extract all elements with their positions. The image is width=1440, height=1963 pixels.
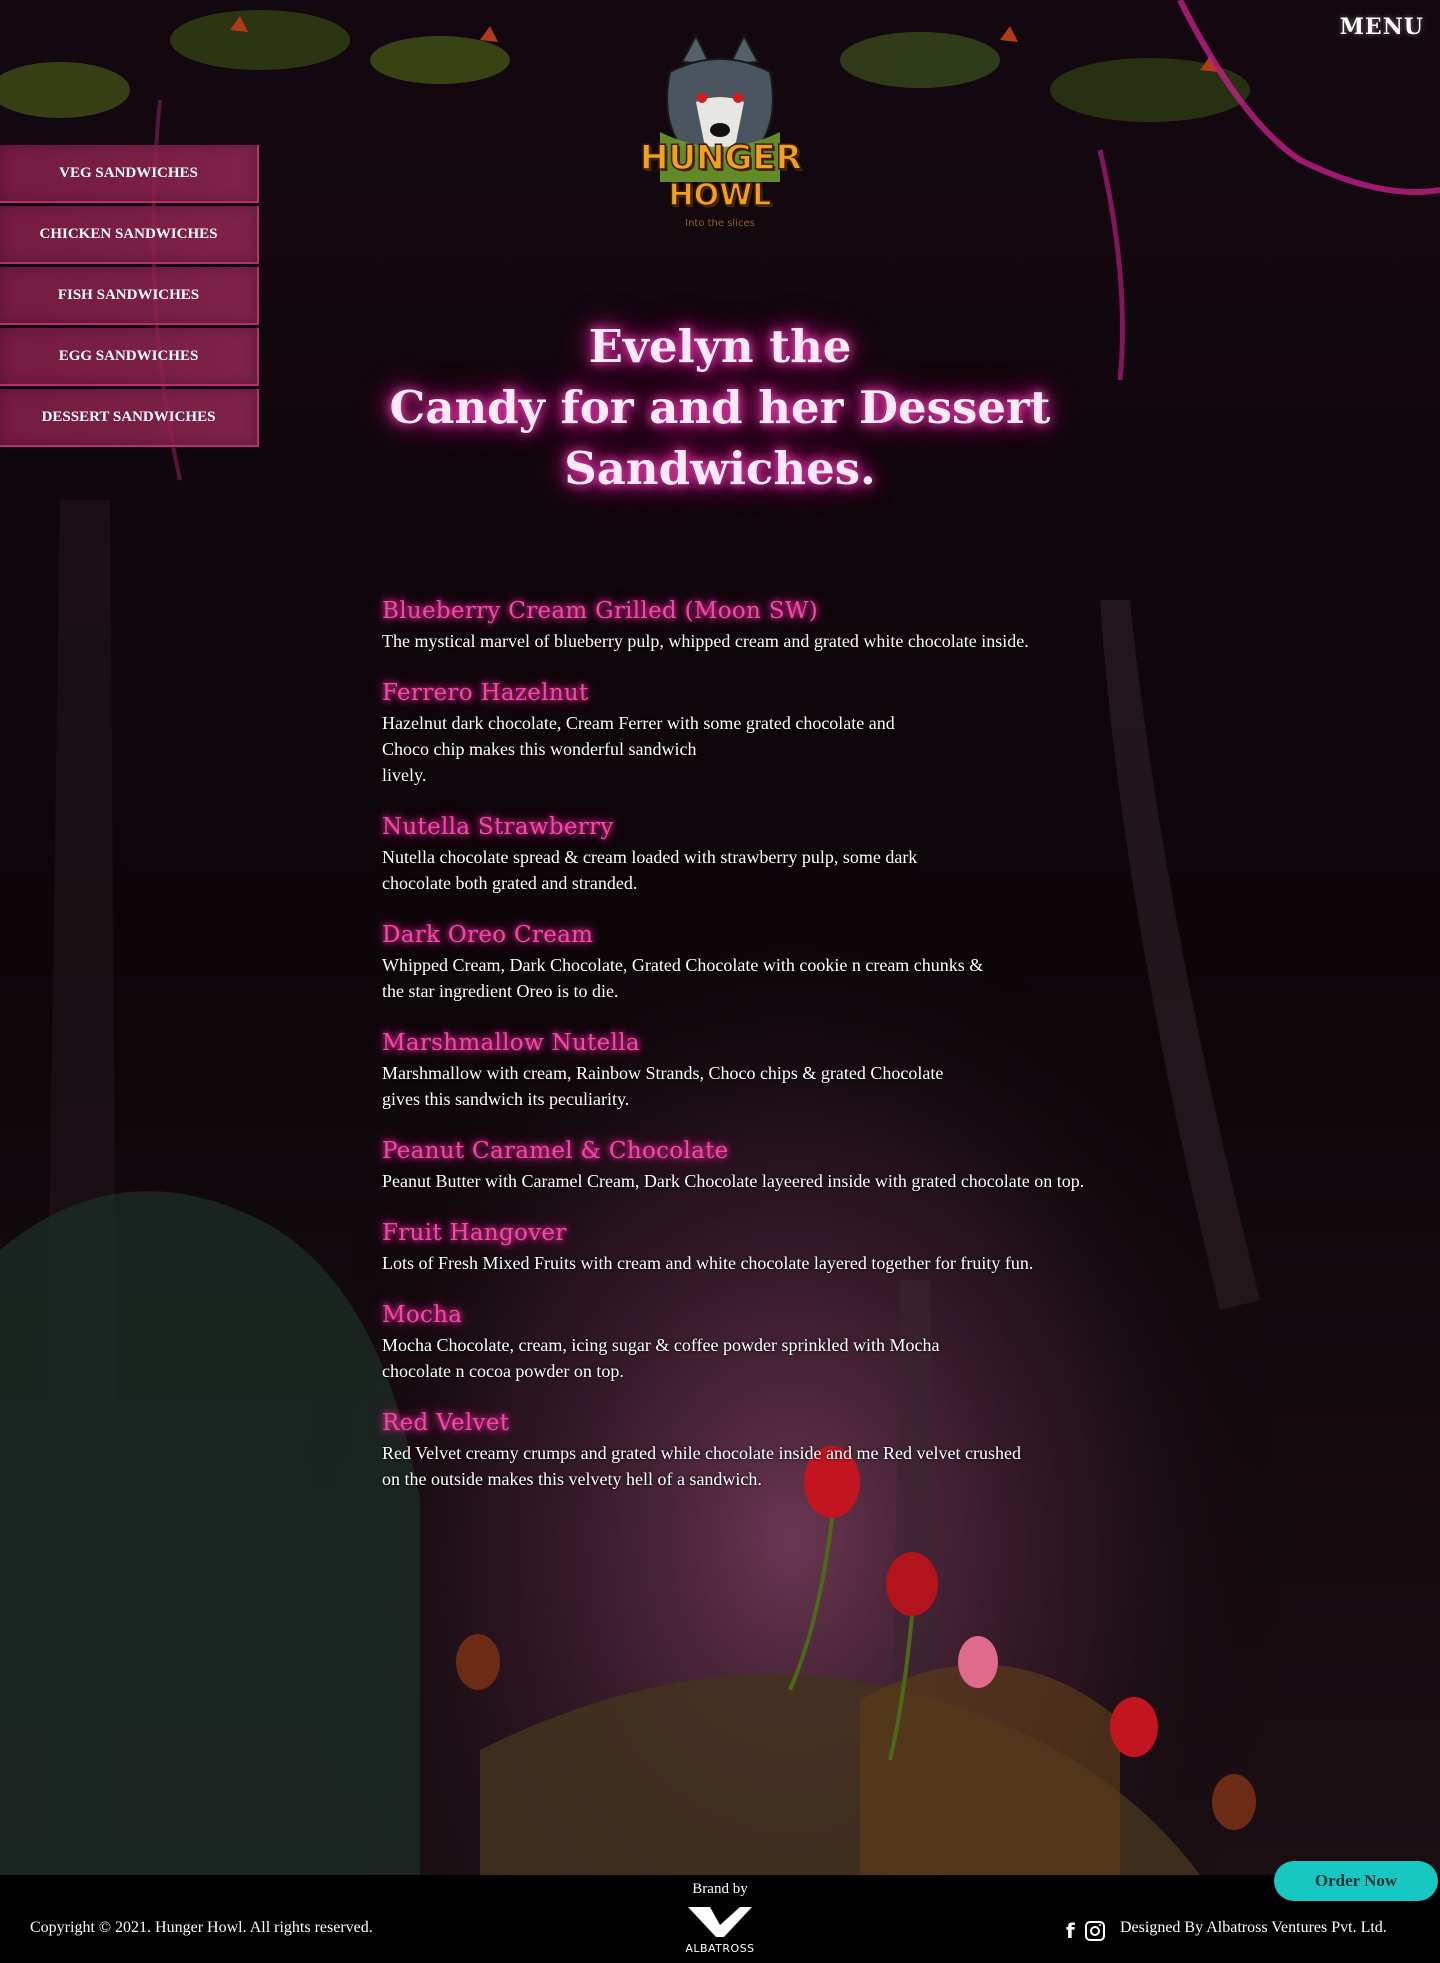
sidebar-item-fish[interactable]: FISH SANDWICHES xyxy=(0,267,259,325)
brand-name: ALBATROSS xyxy=(685,1942,755,1955)
menu-item-name: Ferrero Hazelnut xyxy=(382,680,589,706)
menu-item-name: Blueberry Cream Grilled (Moon SW) xyxy=(382,598,819,624)
menu-item-name: Fruit Hangover xyxy=(382,1220,567,1246)
menu-item: Nutella Strawberry Nutella chocolate spr… xyxy=(382,810,1182,896)
menu-item-description: Red Velvet creamy crumps and grated whil… xyxy=(382,1443,1021,1489)
dessert-menu-list: Blueberry Cream Grilled (Moon SW) The my… xyxy=(382,594,1182,1514)
sidebar-item-dessert[interactable]: DESSERT SANDWICHES xyxy=(0,389,259,447)
page-background: MENU HUNGER HOWL Into the slices VEG SAN… xyxy=(0,0,1440,1875)
page-title-line2: Candy for and her Dessert Sandwiches. xyxy=(389,381,1051,495)
social-links: f xyxy=(1066,1919,1105,1943)
hunger-howl-logo[interactable]: HUNGER HOWL Into the slices xyxy=(639,32,803,240)
menu-item: Mocha Mocha Chocolate, cream, icing suga… xyxy=(382,1298,1182,1384)
menu-item-description: Nutella chocolate spread & cream loaded … xyxy=(382,847,918,893)
page-title: Evelyn the Candy for and her Dessert San… xyxy=(240,316,1200,499)
menu-item-description: The mystical marvel of blueberry pulp, w… xyxy=(382,631,1029,651)
category-sidebar: VEG SANDWICHES CHICKEN SANDWICHES FISH S… xyxy=(0,145,259,450)
menu-item: Marshmallow Nutella Marshmallow with cre… xyxy=(382,1026,1182,1112)
menu-item-name: Marshmallow Nutella xyxy=(382,1030,640,1056)
page-title-line1: Evelyn the xyxy=(588,320,852,373)
menu-item-description: Lots of Fresh Mixed Fruits with cream an… xyxy=(382,1253,1034,1273)
menu-item-name: Nutella Strawberry xyxy=(382,814,614,840)
menu-item-description: Peanut Butter with Caramel Cream, Dark C… xyxy=(382,1171,1085,1191)
menu-item-description: Hazelnut dark chocolate, Cream Ferrer wi… xyxy=(382,713,895,785)
designed-by-text: Designed By Albatross Ventures Pvt. Ltd. xyxy=(1120,1919,1387,1936)
menu-button[interactable]: MENU xyxy=(1340,14,1424,40)
menu-item-description: Marshmallow with cream, Rainbow Strands,… xyxy=(382,1063,944,1109)
menu-item-description: Whipped Cream, Dark Chocolate, Grated Ch… xyxy=(382,955,984,1001)
logo-tagline: Into the slices xyxy=(685,218,755,229)
logo-word-howl: HOWL xyxy=(668,177,772,214)
copyright-text: Copyright © 2021. Hunger Howl. All right… xyxy=(30,1919,373,1936)
menu-item-name: Dark Oreo Cream xyxy=(382,922,594,948)
menu-item-description: Mocha Chocolate, cream, icing sugar & co… xyxy=(382,1335,940,1381)
order-now-button[interactable]: Order Now xyxy=(1274,1861,1438,1901)
sidebar-item-chicken[interactable]: CHICKEN SANDWICHES xyxy=(0,206,259,264)
menu-item-name: Mocha xyxy=(382,1302,463,1328)
instagram-icon[interactable] xyxy=(1084,1921,1105,1941)
menu-item-name: Red Velvet xyxy=(382,1410,510,1436)
menu-item-name: Peanut Caramel & Chocolate xyxy=(382,1138,729,1164)
menu-item: Dark Oreo Cream Whipped Cream, Dark Choc… xyxy=(382,918,1182,1004)
albatross-logo-icon[interactable] xyxy=(684,1903,756,1939)
menu-item: Peanut Caramel & Chocolate Peanut Butter… xyxy=(382,1134,1182,1194)
logo-word-hunger: HUNGER xyxy=(639,137,802,179)
footer: Copyright © 2021. Hunger Howl. All right… xyxy=(0,1875,1440,1963)
menu-item: Ferrero Hazelnut Hazelnut dark chocolate… xyxy=(382,676,1182,788)
facebook-icon[interactable]: f xyxy=(1066,1919,1075,1943)
brand-by-label: Brand by xyxy=(692,1881,748,1897)
menu-item: Red Velvet Red Velvet creamy crumps and … xyxy=(382,1406,1182,1492)
sidebar-item-egg[interactable]: EGG SANDWICHES xyxy=(0,328,259,386)
menu-item: Fruit Hangover Lots of Fresh Mixed Fruit… xyxy=(382,1216,1182,1276)
sidebar-item-veg[interactable]: VEG SANDWICHES xyxy=(0,145,259,203)
menu-item: Blueberry Cream Grilled (Moon SW) The my… xyxy=(382,594,1182,654)
